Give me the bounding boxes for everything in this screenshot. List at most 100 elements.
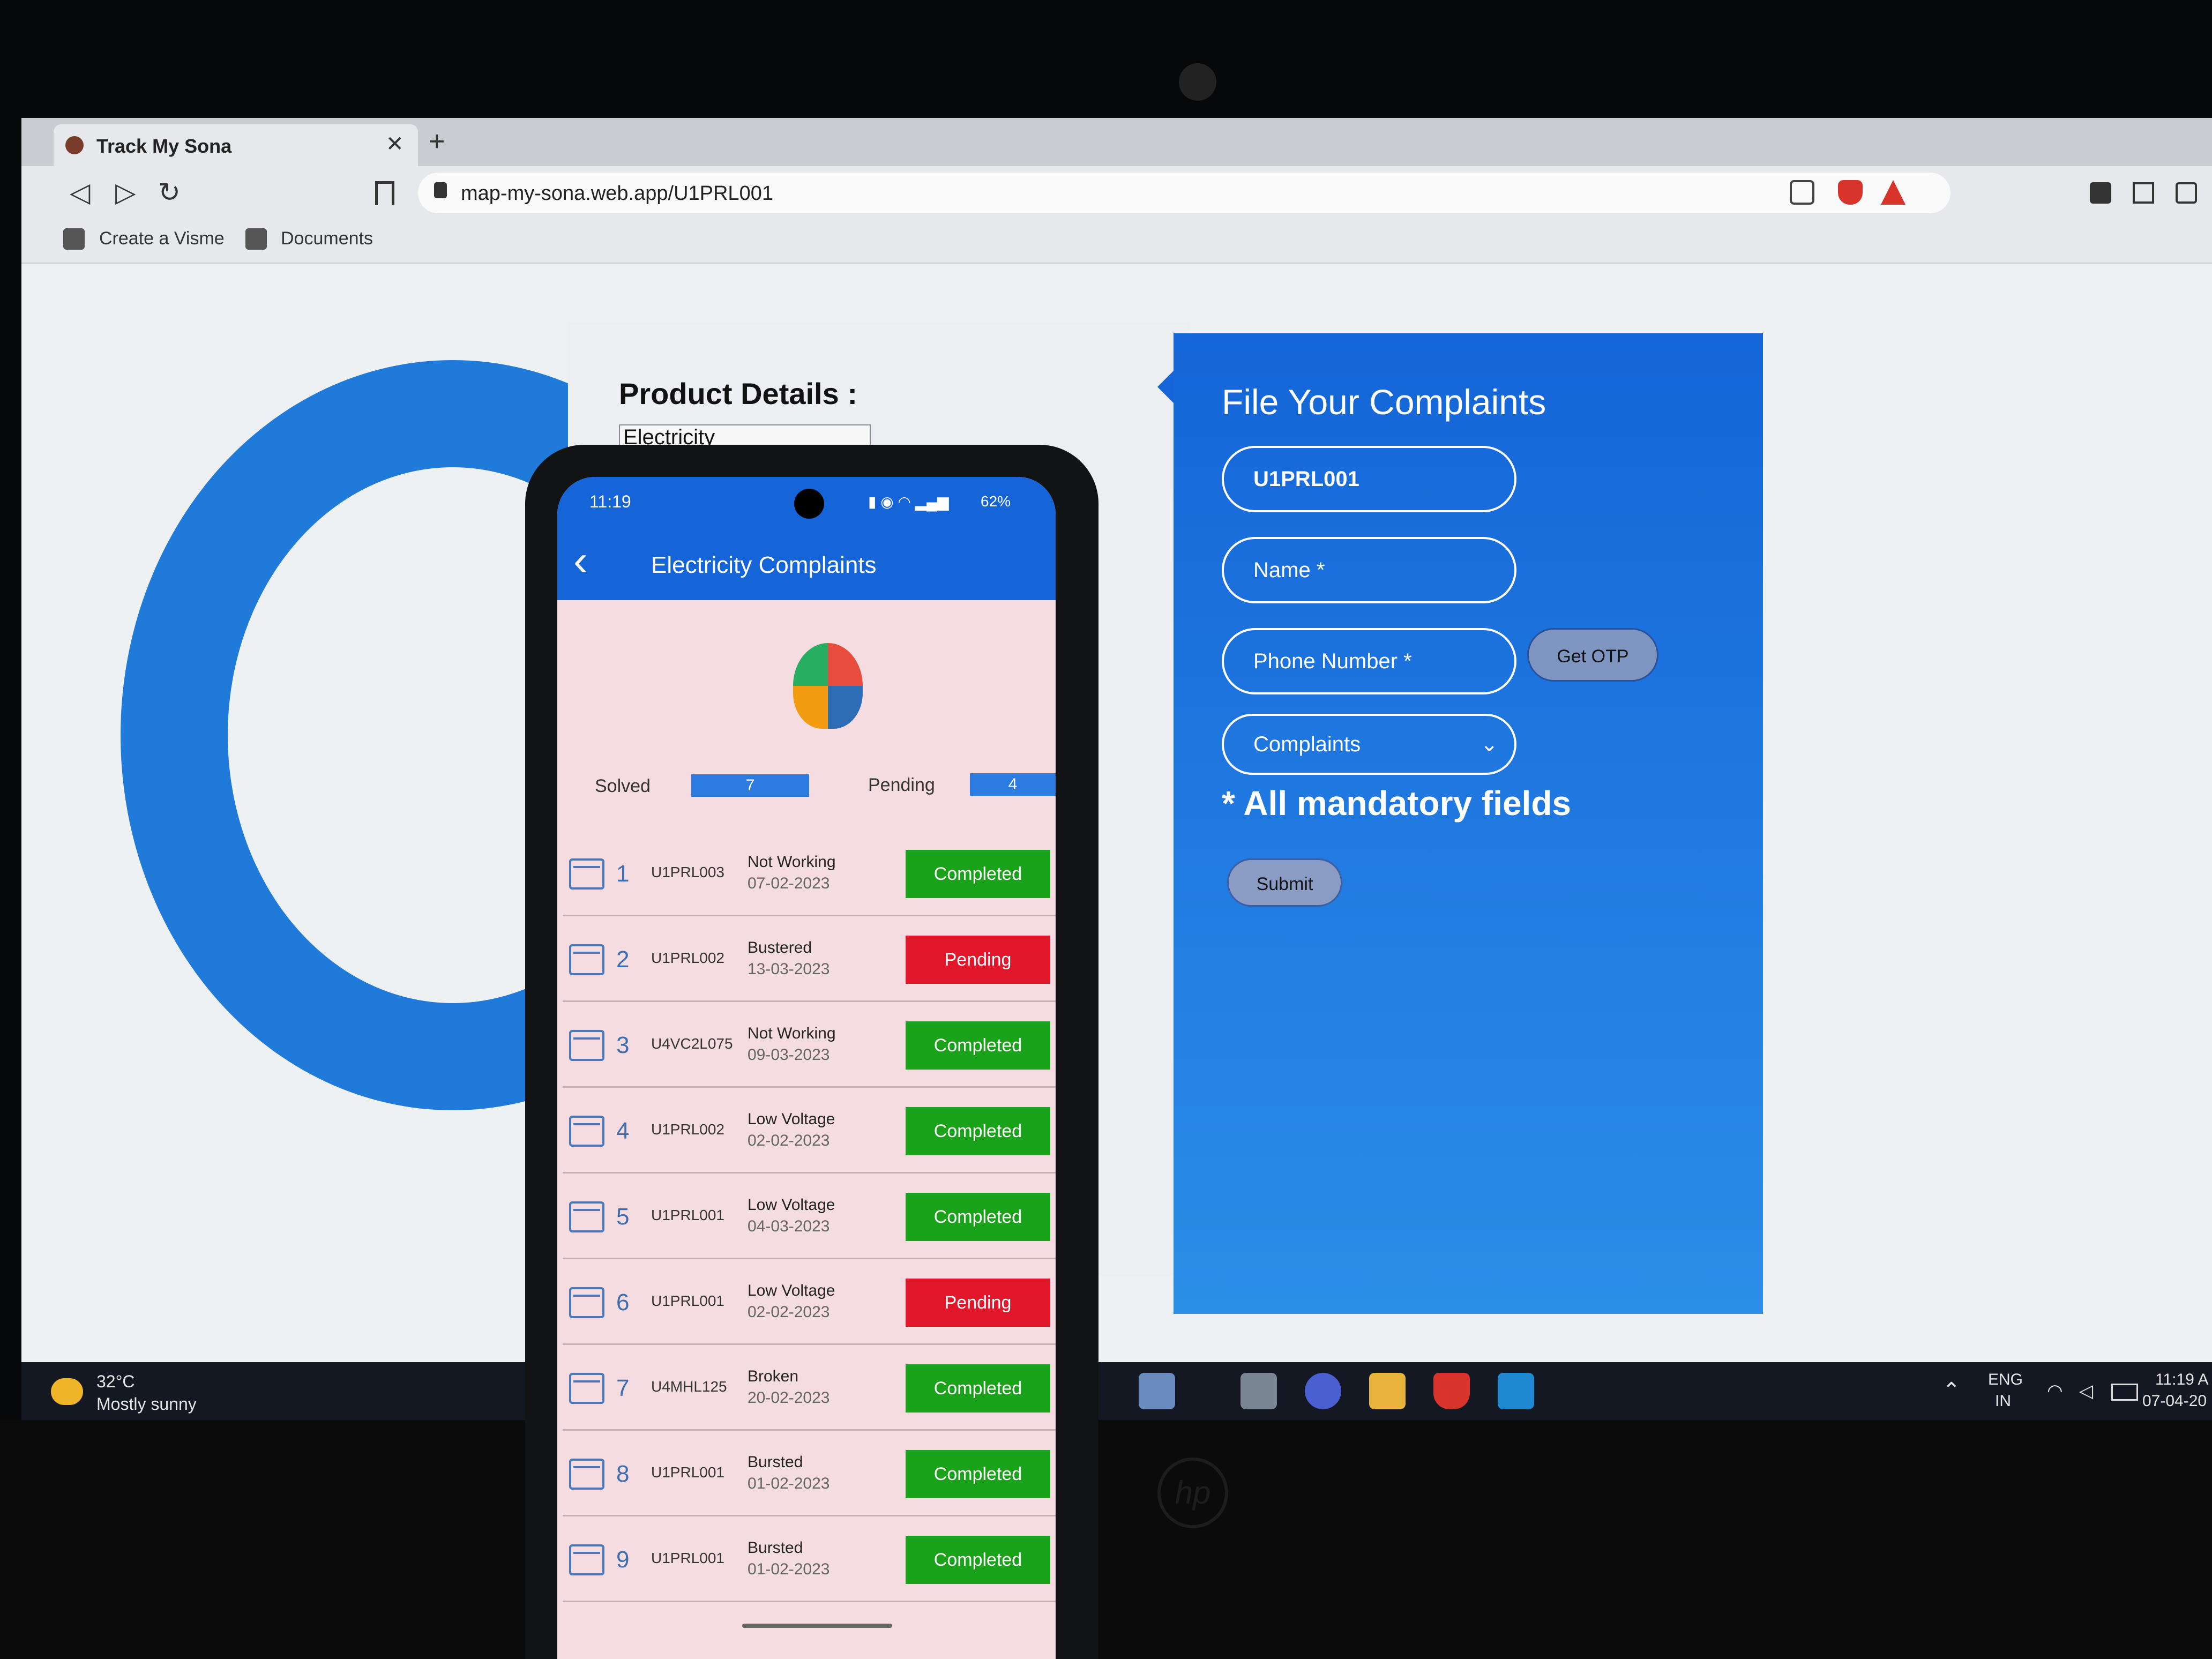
lock-icon — [434, 182, 447, 198]
list-item[interactable]: 9 U1PRL001 Bursted 01-02-2023 Completed — [563, 1516, 1056, 1602]
phone-status-bar: 11:19 ▮ ◉ ◠ ▂▄▆ 62% — [557, 477, 1056, 525]
bookmark-icon[interactable] — [375, 181, 394, 205]
file-explorer-icon[interactable] — [1369, 1373, 1406, 1409]
status-badge[interactable]: Completed — [906, 1364, 1050, 1413]
documents-icon — [245, 228, 267, 250]
complaint-date: 02-02-2023 — [748, 1303, 830, 1321]
calendar-icon — [569, 1544, 604, 1575]
phone-screen: 11:19 ▮ ◉ ◠ ▂▄▆ 62% ‹ Electricity Compla… — [557, 477, 1056, 1659]
weather-icon — [51, 1378, 83, 1405]
list-item[interactable]: 4 U1PRL002 Low Voltage 02-02-2023 Comple… — [563, 1088, 1056, 1174]
pending-count: 4 — [970, 773, 1056, 796]
hp-logo: hp — [1157, 1458, 1228, 1528]
status-badge[interactable]: Completed — [906, 1021, 1050, 1070]
forward-button[interactable]: ▷ — [115, 177, 136, 208]
webcam-icon — [1179, 63, 1216, 101]
reload-button[interactable]: ↻ — [158, 177, 181, 208]
battery-icon[interactable] — [2111, 1384, 2138, 1401]
complaint-issue: Not Working — [748, 1025, 836, 1042]
visme-icon — [63, 228, 85, 250]
phone: 11:19 ▮ ◉ ◠ ▂▄▆ 62% ‹ Electricity Compla… — [525, 445, 1098, 1659]
browser-tab[interactable]: Track My Sona ✕ — [54, 124, 418, 166]
calendar-icon — [569, 1116, 604, 1147]
list-item[interactable]: 5 U1PRL001 Low Voltage 04-03-2023 Comple… — [563, 1174, 1056, 1259]
status-badge[interactable]: Completed — [906, 1193, 1050, 1241]
clock-date[interactable]: 07-04-20 — [2142, 1392, 2207, 1410]
list-item[interactable]: 1 U1PRL003 Not Working 07-02-2023 Comple… — [563, 831, 1056, 916]
status-badge[interactable]: Pending — [906, 1279, 1050, 1327]
complaint-id: U1PRL001 — [651, 1550, 724, 1566]
status-badge[interactable]: Completed — [906, 850, 1050, 898]
get-otp-button[interactable]: Get OTP — [1527, 628, 1658, 682]
back-button[interactable]: ◁ — [70, 177, 90, 208]
product-details-title: Product Details : — [619, 377, 857, 410]
widgets-icon[interactable] — [1139, 1373, 1175, 1409]
phone-app-title: Electricity Complaints — [651, 552, 877, 578]
pending-label: Pending — [868, 775, 935, 795]
list-item[interactable]: 3 U4VC2L075 Not Working 09-03-2023 Compl… — [563, 1002, 1056, 1088]
complaint-id: U1PRL001 — [651, 1464, 724, 1481]
complaint-issue: Bustered — [748, 939, 812, 956]
status-badge[interactable]: Completed — [906, 1450, 1050, 1498]
sidebar-icon[interactable] — [2133, 182, 2154, 204]
weather-temp: 32°C — [96, 1372, 135, 1391]
submit-button[interactable]: Submit — [1227, 858, 1342, 907]
product-id-field[interactable]: U1PRL001 — [1222, 446, 1516, 512]
clock-time[interactable]: 11:19 A — [2155, 1371, 2209, 1389]
calendar-icon — [569, 858, 604, 890]
bookmark-create-a-visme[interactable]: Create a Visme — [99, 228, 225, 249]
complaint-date: 13-03-2023 — [748, 960, 830, 978]
front-camera-icon — [794, 489, 824, 519]
list-item[interactable]: 2 U1PRL002 Bustered 13-03-2023 Pending — [563, 916, 1056, 1002]
new-tab-button[interactable]: + — [429, 125, 445, 158]
complaint-number: 6 — [616, 1289, 630, 1316]
complaint-date: 01-02-2023 — [748, 1475, 830, 1492]
teams-icon[interactable] — [1305, 1373, 1341, 1409]
complaint-id: U4VC2L075 — [651, 1035, 733, 1052]
close-tab-icon[interactable]: ✕ — [386, 132, 404, 156]
volume-icon[interactable]: ◁ — [2079, 1380, 2093, 1402]
mandatory-note: * All mandatory fields — [1222, 784, 1571, 823]
brave-browser-icon[interactable] — [1433, 1373, 1470, 1409]
status-badge[interactable]: Pending — [906, 936, 1050, 984]
complaint-issue: Low Voltage — [748, 1110, 835, 1128]
chevron-up-icon[interactable]: ⌃ — [1942, 1378, 1961, 1403]
address-bar[interactable]: map-my-sona.web.app/U1PRL001 — [418, 173, 1951, 213]
list-item[interactable]: 6 U1PRL001 Low Voltage 02-02-2023 Pendin… — [563, 1259, 1056, 1345]
complaints-select[interactable]: Complaints ⌄ — [1222, 714, 1516, 775]
name-field[interactable]: Name * — [1222, 537, 1516, 603]
wifi-icon[interactable]: ◠ — [2047, 1380, 2063, 1402]
complaint-date: 09-03-2023 — [748, 1046, 830, 1064]
list-item[interactable]: 7 U4MHL125 Broken 20-02-2023 Completed — [563, 1345, 1056, 1431]
brave-rewards-icon[interactable] — [1881, 180, 1905, 205]
complaint-number: 4 — [616, 1118, 630, 1144]
status-badge[interactable]: Completed — [906, 1536, 1050, 1584]
calendar-icon — [569, 1373, 604, 1404]
language-region[interactable]: IN — [1995, 1392, 2011, 1410]
home-indicator[interactable] — [742, 1624, 892, 1628]
vscode-icon[interactable] — [1498, 1373, 1534, 1409]
brave-shield-icon[interactable] — [1838, 180, 1863, 205]
list-item[interactable]: 8 U1PRL001 Bursted 01-02-2023 Completed — [563, 1431, 1056, 1516]
complaint-number: 2 — [616, 946, 630, 973]
language-code[interactable]: ENG — [1988, 1371, 2023, 1389]
tab-title: Track My Sona — [96, 135, 232, 157]
task-view-icon[interactable] — [1240, 1373, 1277, 1409]
bookmark-documents[interactable]: Documents — [281, 228, 373, 249]
complaint-id: U1PRL003 — [651, 864, 724, 880]
back-arrow-icon[interactable]: ‹ — [573, 536, 588, 585]
phone-number-field[interactable]: Phone Number * — [1222, 628, 1516, 694]
browser-toolbar: ◁ ▷ ↻ map-my-sona.web.app/U1PRL001 — [21, 166, 2212, 220]
complaint-date: 20-02-2023 — [748, 1389, 830, 1407]
wallet-icon[interactable] — [2176, 182, 2197, 204]
extensions-icon[interactable] — [2090, 182, 2111, 204]
complaint-number: 8 — [616, 1461, 630, 1487]
browser-tab-bar: Track My Sona ✕ + — [21, 118, 2212, 166]
calendar-icon — [569, 1201, 604, 1232]
complaint-id: U1PRL001 — [651, 1207, 724, 1223]
site-favicon-icon — [65, 136, 84, 154]
status-badge[interactable]: Completed — [906, 1107, 1050, 1155]
taskbar: 32°C Mostly sunny ⌃ ENG IN ◠ ◁ 11:19 A 0… — [21, 1362, 2212, 1420]
share-icon[interactable] — [1790, 180, 1814, 205]
calendar-icon — [569, 944, 604, 975]
